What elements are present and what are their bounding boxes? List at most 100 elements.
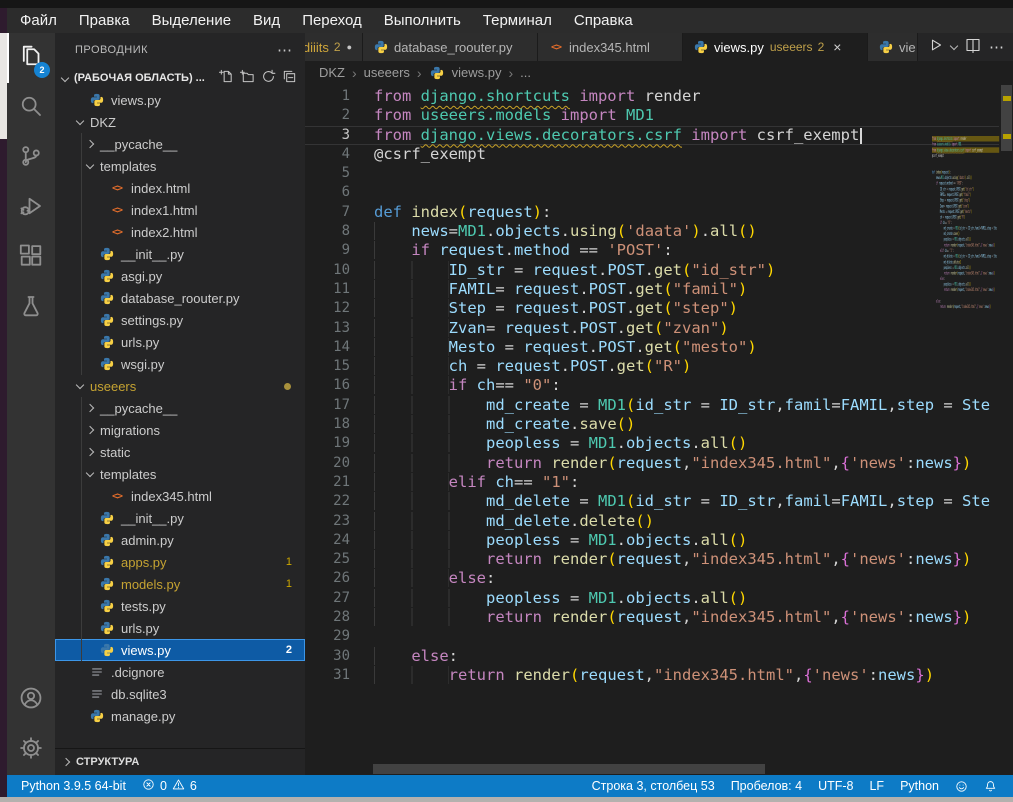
account-button[interactable] [7, 675, 55, 725]
tree-item--init-py[interactable]: __init__.py [55, 507, 305, 529]
refresh-icon[interactable] [261, 69, 276, 87]
status-item-lf[interactable]: LF [861, 779, 892, 793]
status-item-пробелов[interactable]: Пробелов: 4 [723, 779, 810, 793]
window-top-strip [0, 0, 1013, 8]
code-token: request [957, 242, 964, 247]
horizontal-scrollbar[interactable] [373, 764, 765, 774]
vertical-scrollbar[interactable] [1000, 84, 1013, 763]
feedback-icon[interactable] [947, 780, 976, 793]
code-token: md_create [944, 231, 953, 236]
tree-item-index2-html[interactable]: <>index2.html [55, 221, 305, 243]
tree-item--init-py[interactable]: __init__.py [55, 243, 305, 265]
menu-item[interactable]: Выполнить [373, 12, 472, 29]
tree-item-apps-py[interactable]: apps.py1 [55, 551, 305, 573]
code-token: ( [645, 357, 654, 375]
tree-item-asgi-py[interactable]: asgi.py [55, 265, 305, 287]
tree-item-index-html[interactable]: <>index.html [55, 177, 305, 199]
code-token [932, 254, 944, 259]
breadcrumb[interactable]: DKZ›useeers›views.py›... [305, 61, 1013, 84]
minimap[interactable]: from django.shortcuts import renderfrom … [932, 136, 1000, 356]
code-token: . [617, 531, 626, 549]
close-icon[interactable]: × [833, 39, 841, 55]
tab-diiits[interactable]: diiits2● [305, 33, 363, 61]
tree-item-wsgi-py[interactable]: wsgi.py [55, 353, 305, 375]
tree-item-templates[interactable]: templates [55, 155, 305, 177]
bell-icon[interactable] [976, 780, 1005, 793]
menu-item[interactable]: Вид [242, 12, 291, 29]
tree-item-index345-html[interactable]: <>index345.html [55, 485, 305, 507]
outline-section-header[interactable]: СТРУКТУРА [55, 748, 305, 775]
tree-item-urls-py[interactable]: urls.py [55, 331, 305, 353]
code-text: from useeers.models import MD1 [374, 106, 654, 125]
tree-item-views-py[interactable]: views.py2 [55, 639, 305, 661]
python-interpreter-status[interactable]: Python 3.9.5 64-bit [13, 779, 134, 793]
problems-status[interactable]: 0 6 [134, 778, 205, 794]
code-token: = [831, 396, 840, 414]
tree-item-static[interactable]: static [55, 441, 305, 463]
chevron-down-icon[interactable] [950, 41, 958, 49]
tab-views-py[interactable]: views.pyuseeers2× [683, 33, 868, 61]
tree-item-settings-py[interactable]: settings.py [55, 309, 305, 331]
menu-item[interactable]: Переход [291, 12, 373, 29]
code-line: 13 Zvan= request.POST.get("zvan") [305, 319, 999, 338]
code-text: peopless = MD1.objects.all() [374, 589, 747, 608]
python-icon [99, 643, 115, 657]
tree-item-tests-py[interactable]: tests.py [55, 595, 305, 617]
more-actions-icon[interactable]: ⋯ [989, 38, 1005, 56]
code-token: peopless [486, 531, 561, 549]
source-control-button[interactable] [7, 133, 55, 183]
menu-item[interactable]: Справка [563, 12, 644, 29]
tree-item-templates[interactable]: templates [55, 463, 305, 485]
tree-item-views-py[interactable]: views.py [55, 89, 305, 111]
tab-vie[interactable]: vie [868, 33, 918, 61]
status-item-utf8[interactable]: UTF-8 [810, 779, 861, 793]
code-token: method [514, 241, 570, 259]
code-token: . [617, 434, 626, 452]
scrollbar-thumb[interactable] [1001, 85, 1012, 151]
tree-item-dkz[interactable]: DKZ [55, 111, 305, 133]
menu-item[interactable]: Выделение [141, 12, 242, 29]
breadcrumb-item[interactable]: views.py [452, 65, 502, 80]
code-token: request [954, 304, 961, 309]
new-folder-icon[interactable] [240, 69, 255, 87]
tree-item--pycache-[interactable]: __pycache__ [55, 133, 305, 155]
menu-item[interactable]: Терминал [472, 12, 563, 29]
collapse-all-icon[interactable] [282, 69, 297, 87]
tab-label: vie [899, 40, 916, 55]
explorer-button[interactable]: 2 [7, 33, 55, 83]
code-token: . [570, 319, 579, 337]
tree-item-manage-py[interactable]: manage.py [55, 705, 305, 727]
tree-item-models-py[interactable]: models.py1 [55, 573, 305, 595]
code-token: useeers.models [421, 106, 552, 124]
tree-item-migrations[interactable]: migrations [55, 419, 305, 441]
extensions-button[interactable] [7, 233, 55, 283]
sidebar-more-actions-icon[interactable]: ⋯ [277, 41, 293, 59]
settings-gear-button[interactable] [7, 725, 55, 775]
tree-item-db-sqlite3[interactable]: db.sqlite3 [55, 683, 305, 705]
tree-item-admin-py[interactable]: admin.py [55, 529, 305, 551]
workspace-section-header[interactable]: (РАБОЧАЯ ОБЛАСТЬ) ... [55, 67, 305, 89]
tree-item-database-roouter-py[interactable]: database_roouter.py [55, 287, 305, 309]
tree-item--pycache-[interactable]: __pycache__ [55, 397, 305, 419]
tab-index345-html[interactable]: <>index345.html [538, 33, 683, 61]
breadcrumb-item[interactable]: DKZ [319, 65, 345, 80]
code-token: . [486, 222, 495, 240]
testing-button[interactable] [7, 283, 55, 333]
status-item-строка[interactable]: Строка 3, столбец 53 [584, 779, 723, 793]
new-file-icon[interactable] [219, 69, 234, 87]
code-token: peopless [944, 237, 952, 242]
status-item-python[interactable]: Python [892, 779, 947, 793]
code-editor[interactable]: 1from django.shortcuts import render2fro… [305, 84, 1013, 775]
tree-item-index1-html[interactable]: <>index1.html [55, 199, 305, 221]
menu-item[interactable]: Файл [9, 12, 68, 29]
tree-item--dcignore[interactable]: .dcignore [55, 661, 305, 683]
search-button[interactable] [7, 83, 55, 133]
tree-item-useeers[interactable]: useeers [55, 375, 305, 397]
breadcrumb-item[interactable]: ... [520, 65, 531, 80]
code-token [374, 434, 486, 452]
breadcrumb-item[interactable]: useeers [364, 65, 410, 80]
tab-database-roouter-py[interactable]: database_roouter.py [363, 33, 538, 61]
tree-item-urls-py[interactable]: urls.py [55, 617, 305, 639]
menu-item[interactable]: Правка [68, 12, 141, 29]
run-debug-button[interactable] [7, 183, 55, 233]
